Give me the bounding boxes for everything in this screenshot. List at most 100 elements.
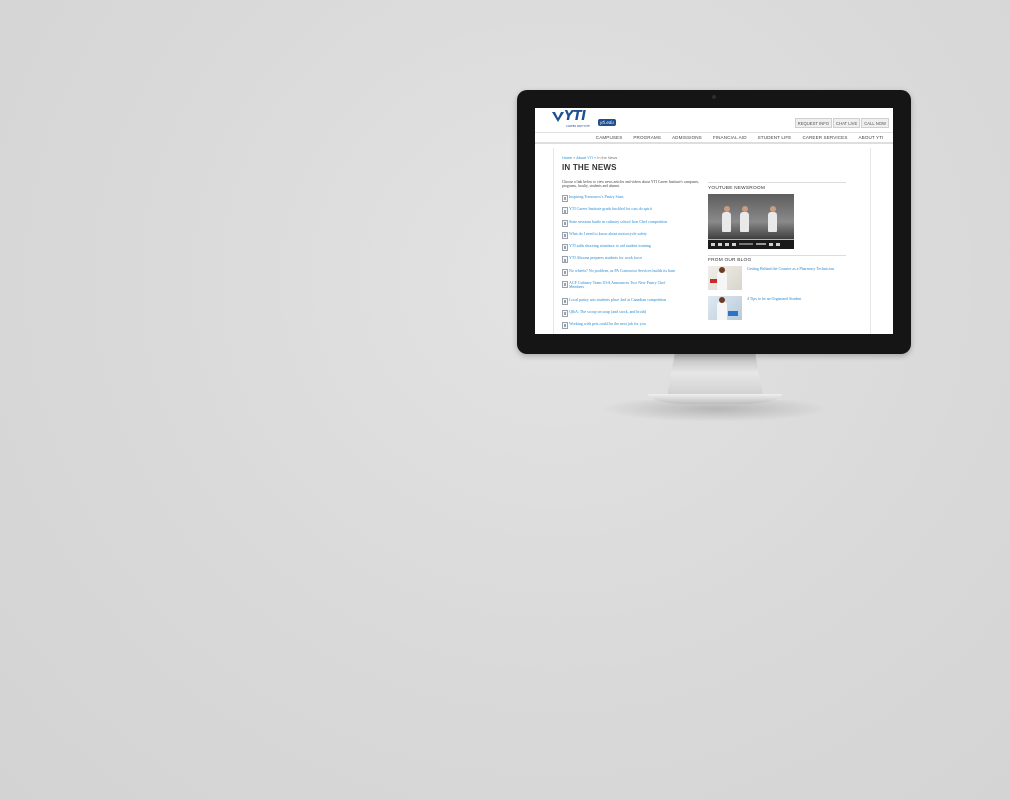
news-link[interactable]: What do I need to know about motorcycle … xyxy=(569,231,647,236)
video-player[interactable] xyxy=(708,193,794,249)
document-icon xyxy=(562,219,568,227)
blog-thumbnail[interactable] xyxy=(708,296,742,320)
thumbnail-person xyxy=(717,297,727,320)
news-meta xyxy=(569,273,570,276)
document-icon xyxy=(562,195,568,202)
news-meta xyxy=(569,236,570,239)
breadcrumb-separator: » xyxy=(594,156,597,160)
news-meta xyxy=(569,248,570,251)
news-link[interactable]: YTI Career Institute grads buckled for c… xyxy=(569,206,652,211)
news-link[interactable]: YTI Altoona prepares students for work f… xyxy=(569,255,642,260)
list-item: No wheels? No problem, as PA Contractor … xyxy=(562,268,704,280)
chef-figure xyxy=(722,205,731,232)
time-readout xyxy=(756,243,766,245)
news-link[interactable]: No wheels? No problem, as PA Contractor … xyxy=(569,268,675,273)
document-icon xyxy=(562,309,568,317)
breadcrumb-home-link[interactable]: Home xyxy=(562,156,572,160)
nav-item-campuses[interactable]: CAMPUSES xyxy=(590,135,628,140)
news-link-continued[interactable]: Members xyxy=(569,284,584,289)
pause-icon[interactable] xyxy=(718,242,722,246)
breadcrumb: Home » About YTI » In the News xyxy=(562,156,617,160)
breadcrumb-about-link[interactable]: About YTI xyxy=(576,156,593,160)
document-icon xyxy=(562,322,568,330)
request-info-button[interactable]: REQUEST INFO xyxy=(794,118,833,128)
breadcrumb-current: In the News xyxy=(597,156,618,160)
nav-item-about-yti[interactable]: ABOUT YTI xyxy=(853,135,889,140)
news-meta xyxy=(569,289,570,292)
nav-item-admissions[interactable]: ADMISSIONS xyxy=(666,135,707,140)
list-item: Inspiring Tomorrow's Pastry Stars xyxy=(562,194,704,206)
thumbnail-person xyxy=(717,267,727,290)
chat-live-button[interactable]: CHAT LIVE xyxy=(833,118,861,128)
news-link[interactable]: Q&A: The scoop on soup (and stock, and b… xyxy=(569,309,646,314)
blog-item[interactable]: Getting Behind the Counter as a Pharmacy… xyxy=(708,266,846,293)
settings-icon[interactable] xyxy=(769,242,773,246)
progress-bar[interactable] xyxy=(739,243,753,245)
youtube-newsroom-heading: YOUTUBE NEWSROOM xyxy=(708,185,766,191)
document-icon xyxy=(562,268,568,276)
intro-text: Choose a link below to view news article… xyxy=(562,180,700,189)
video-controls xyxy=(708,239,794,249)
monitor-bezel: YTI CAREER INSTITUTE yti.edu REQUEST INF… xyxy=(517,90,911,354)
top-button-group: REQUEST INFO CHAT LIVE CALL NOW xyxy=(794,118,889,128)
logo-text: YTI xyxy=(564,109,586,124)
volume-icon[interactable] xyxy=(732,242,736,246)
news-link[interactable]: State sessions battle in culinary school… xyxy=(569,219,667,224)
news-meta xyxy=(569,224,570,227)
divider xyxy=(708,182,846,183)
nav-item-financial-aid[interactable]: FINANCIAL AID xyxy=(707,135,752,140)
call-now-button[interactable]: CALL NOW xyxy=(861,118,889,128)
page-title: IN THE NEWS xyxy=(562,163,617,172)
fullscreen-icon[interactable] xyxy=(776,242,780,246)
list-item: Local pastry arts students place 2nd at … xyxy=(562,297,704,309)
document-icon xyxy=(562,207,568,215)
divider xyxy=(708,254,846,255)
yti-logo[interactable]: YTI CAREER INSTITUTE yti.edu xyxy=(552,109,616,128)
chef-figure xyxy=(768,205,777,232)
camera-icon xyxy=(712,95,716,99)
next-icon[interactable] xyxy=(725,242,729,246)
list-item: Working with pets could be the next job … xyxy=(562,321,704,333)
document-icon xyxy=(562,297,568,305)
document-icon xyxy=(562,231,568,239)
logo-subtitle: CAREER INSTITUTE xyxy=(566,125,590,128)
document-icon xyxy=(562,256,568,264)
from-our-blog-heading: FROM OUR BLOG xyxy=(708,258,752,263)
main-content: Home » About YTI » In the News IN THE NE… xyxy=(553,148,871,334)
list-item: YTI adds shooting simulator to aid stude… xyxy=(562,243,704,255)
logo-badge: yti.edu xyxy=(598,119,616,126)
nav-item-career-services[interactable]: CAREER SERVICES xyxy=(797,135,853,140)
chef-figure xyxy=(740,205,749,232)
news-link[interactable]: Local pastry arts students place 2nd at … xyxy=(569,297,666,302)
blog-thumbnail[interactable] xyxy=(708,266,742,290)
list-item: ACF Culinary Team USA Announces Two New … xyxy=(562,280,704,297)
news-meta xyxy=(569,199,570,202)
news-link[interactable]: YTI adds shooting simulator to aid stude… xyxy=(569,243,651,248)
video-thumbnail xyxy=(708,193,794,240)
document-icon xyxy=(562,244,568,252)
monitor-stand-base xyxy=(648,394,782,404)
blog-item[interactable]: 4 Tips to be an Organized Student xyxy=(708,296,846,323)
v-wing-icon xyxy=(552,112,564,122)
list-item: YTI Altoona prepares students for work f… xyxy=(562,255,704,267)
news-meta xyxy=(569,211,570,214)
thumbnail-prop xyxy=(728,311,738,316)
sidebar: YOUTUBE NEWSROOM FROM OUR BLOG Getting B… xyxy=(708,182,846,323)
news-meta xyxy=(569,302,570,305)
blog-date xyxy=(747,302,748,305)
list-item: Q&A: The scoop on soup (and stock, and b… xyxy=(562,309,704,321)
site-header: YTI CAREER INSTITUTE yti.edu REQUEST INF… xyxy=(535,108,893,132)
document-icon xyxy=(562,281,568,289)
nav-item-student-life[interactable]: STUDENT LIFE xyxy=(752,135,797,140)
blog-date xyxy=(747,277,748,280)
list-item: State sessions battle in culinary school… xyxy=(562,219,704,231)
blog-link[interactable]: Getting Behind the Counter as a Pharmacy… xyxy=(747,266,847,271)
news-meta xyxy=(569,326,570,329)
previous-icon[interactable] xyxy=(711,242,715,246)
news-link[interactable]: Working with pets could be the next job … xyxy=(569,321,646,326)
list-item: What do I need to know about motorcycle … xyxy=(562,231,704,243)
blog-link[interactable]: 4 Tips to be an Organized Student xyxy=(747,296,847,301)
main-nav: CAMPUSES PROGRAMS ADMISSIONS FINANCIAL A… xyxy=(535,132,893,144)
news-link[interactable]: Inspiring Tomorrow's Pastry Stars xyxy=(569,194,623,199)
nav-item-programs[interactable]: PROGRAMS xyxy=(628,135,667,140)
